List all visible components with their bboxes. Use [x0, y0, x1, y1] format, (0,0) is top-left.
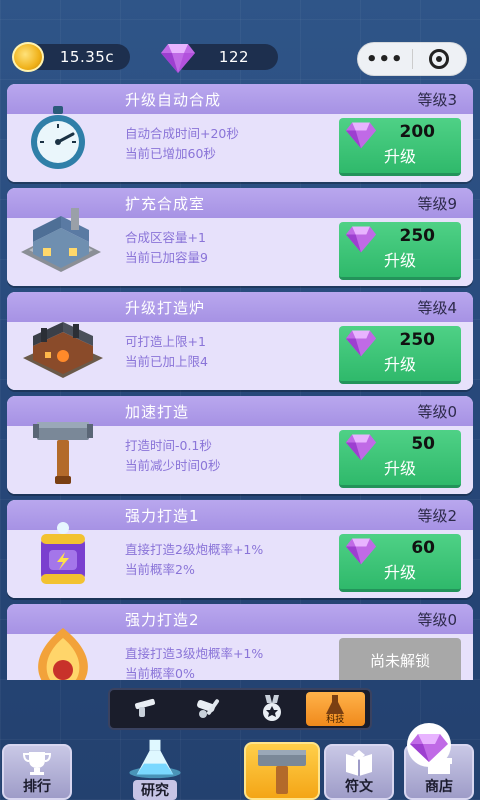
locked-button[interactable]: 尚未解锁 [339, 638, 461, 680]
card-level: 等级2 [417, 506, 457, 525]
card-description: 自动合成时间+20秒 当前已增加60秒 [125, 124, 239, 164]
hammer-icon [33, 422, 93, 484]
coin-icon [12, 42, 44, 72]
nav-runes-label: 符文 [345, 779, 373, 795]
current-line: 当前概率2% [125, 562, 195, 577]
hammer-icon [258, 750, 306, 794]
upgrade-label: 升级 [383, 459, 416, 478]
category-tabs: 科技 [108, 688, 372, 730]
card-level: 等级0 [417, 610, 457, 629]
upgrade-button[interactable]: 250 升级 [339, 222, 461, 280]
current-line: 当前已加上限4 [125, 354, 208, 369]
tab-tech[interactable]: 科技 [305, 692, 365, 726]
card-title: 升级打造炉 [125, 298, 206, 317]
effect-line: 直接打造3级炮概率+1% [125, 646, 264, 661]
current-line: 当前已增加60秒 [125, 146, 216, 161]
upgrade-button[interactable]: 200 升级 [339, 118, 461, 176]
upgrade-label: 升级 [383, 563, 416, 582]
nav-rank-label: 排行 [23, 779, 51, 795]
medal-icon [262, 695, 281, 721]
nav-shop-label: 商店 [425, 779, 453, 795]
mini-program-capsule: ••• [357, 42, 467, 76]
card-level: 等级3 [417, 90, 457, 109]
target-circle-icon[interactable] [412, 49, 466, 69]
card-level: 等级4 [417, 298, 457, 317]
top-bar: 15.35c 122 ••• [0, 0, 480, 80]
glowing-flask-icon [129, 739, 181, 779]
nav-runes[interactable]: 符文 [324, 744, 394, 800]
current-line: 当前概率0% [125, 666, 195, 680]
card-description: 合成区容量+1 当前已加容量9 [125, 228, 208, 268]
upgrade-list[interactable]: 升级自动合成 等级3 自动合成时间+20秒 当前已增加60秒 200 升级 扩充… [7, 84, 473, 680]
shop-diamond-icon [407, 723, 451, 767]
wrench-cannon-icon [197, 699, 220, 718]
nav-rank[interactable]: 排行 [2, 744, 72, 800]
card-title: 升级自动合成 [125, 90, 222, 109]
upgrade-card: 强力打造2 等级0 直接打造3级炮概率+1% 当前概率0% 尚未解锁 [7, 604, 473, 680]
purple-battery-icon [41, 522, 85, 584]
card-title: 强力打造1 [125, 506, 200, 525]
upgrade-label: 升级 [383, 251, 416, 270]
tab-medal[interactable] [242, 692, 302, 726]
tab-cannon[interactable] [115, 692, 175, 726]
card-title: 加速打造 [125, 402, 190, 421]
card-title: 强力打造2 [125, 610, 200, 629]
tab-wrench-cannon[interactable] [179, 692, 239, 726]
upgrade-card: 升级自动合成 等级3 自动合成时间+20秒 当前已增加60秒 200 升级 [7, 84, 473, 182]
forge-furnace-icon [23, 322, 103, 378]
nav-forge[interactable] [244, 742, 320, 800]
card-description: 可打造上限+1 当前已加上限4 [125, 332, 208, 372]
effect-line: 直接打造2级炮概率+1% [125, 542, 264, 557]
current-line: 当前已加容量9 [125, 250, 208, 265]
stopwatch-icon [31, 106, 85, 169]
upgrade-label: 升级 [383, 355, 416, 374]
effect-line: 合成区容量+1 [125, 230, 206, 245]
nav-research[interactable]: 研究 [110, 738, 200, 800]
cannon-icon [134, 698, 155, 717]
effect-line: 打造时间-0.1秒 [125, 438, 212, 453]
card-description: 直接打造2级炮概率+1% 当前概率2% [125, 540, 263, 580]
flame-orb-icon [38, 628, 88, 680]
card-level: 等级0 [417, 402, 457, 421]
upgrade-cost: 50 [411, 434, 435, 454]
nav-research-label: 研究 [133, 780, 177, 800]
diamond-icon [161, 44, 195, 73]
upgrade-cost: 200 [399, 122, 436, 142]
upgrade-cost: 250 [399, 226, 436, 246]
trophy-icon [22, 752, 52, 775]
upgrade-button[interactable]: 250 升级 [339, 326, 461, 384]
upgrade-card: 升级打造炉 等级4 可打造上限+1 当前已加上限4 250 升级 [7, 292, 473, 390]
card-title: 扩充合成室 [125, 194, 206, 213]
card-description: 直接打造3级炮概率+1% 当前概率0% [125, 644, 263, 680]
upgrade-card: 加速打造 等级0 打造时间-0.1秒 当前减少时间0秒 50 升级 [7, 396, 473, 494]
current-line: 当前减少时间0秒 [125, 458, 221, 473]
card-level: 等级9 [417, 194, 457, 213]
upgrade-cost: 250 [399, 330, 436, 350]
card-description: 打造时间-0.1秒 当前减少时间0秒 [125, 436, 220, 476]
rune-book-icon [346, 750, 372, 776]
coin-amount: 15.35c [59, 48, 115, 66]
effect-line: 可打造上限+1 [125, 334, 206, 349]
effect-line: 自动合成时间+20秒 [125, 126, 239, 141]
upgrade-label: 升级 [383, 147, 416, 166]
tab-tech-label: 科技 [326, 715, 345, 725]
workshop-building-icon [21, 208, 101, 272]
upgrade-card: 扩充合成室 等级9 合成区容量+1 当前已加容量9 250 升级 [7, 188, 473, 286]
upgrade-cost: 60 [411, 538, 435, 558]
upgrade-button[interactable]: 60 升级 [339, 534, 461, 592]
more-dots-icon[interactable]: ••• [358, 49, 412, 70]
upgrade-card: 强力打造1 等级2 直接打造2级炮概率+1% 当前概率2% 60 升级 [7, 500, 473, 598]
gem-amount: 122 [218, 48, 250, 66]
upgrade-button[interactable]: 50 升级 [339, 430, 461, 488]
